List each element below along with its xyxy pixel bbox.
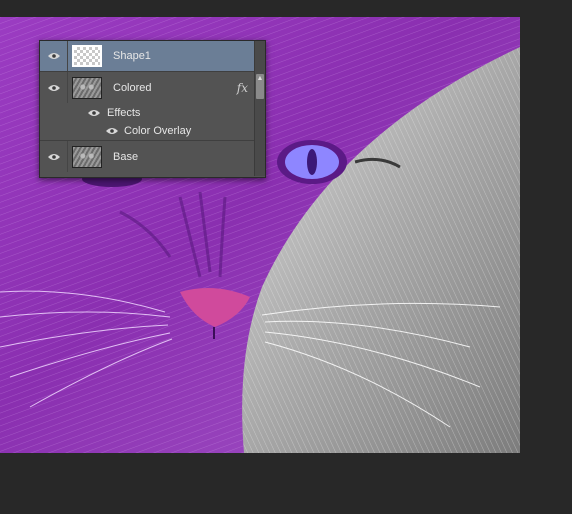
layers-panel: Shape1 Colored fx Effects Color Overlay bbox=[39, 40, 266, 178]
eye-icon[interactable] bbox=[88, 109, 100, 117]
layer-name: Base bbox=[113, 150, 139, 163]
eye-icon bbox=[47, 84, 60, 91]
layer-visibility-toggle[interactable] bbox=[40, 41, 68, 71]
fx-icon[interactable]: fx bbox=[237, 81, 248, 95]
layer-visibility-toggle[interactable] bbox=[40, 141, 68, 172]
layer-name: Colored bbox=[113, 81, 152, 94]
layer-row-colored[interactable]: Colored fx bbox=[40, 72, 254, 103]
layer-thumbnail bbox=[72, 76, 102, 99]
layers-scrollbar[interactable]: ▲ bbox=[254, 41, 265, 176]
layer-thumbnail bbox=[72, 45, 102, 67]
scroll-up-arrow-icon[interactable]: ▲ bbox=[256, 74, 264, 84]
eye-icon[interactable] bbox=[106, 127, 118, 135]
layer-row-shape1[interactable]: Shape1 bbox=[40, 41, 254, 72]
effect-item-label: Color Overlay bbox=[124, 125, 192, 137]
layer-thumbnail bbox=[72, 145, 102, 168]
eye-icon bbox=[47, 153, 60, 160]
effect-item-color-overlay[interactable]: Color Overlay bbox=[40, 122, 254, 141]
layer-row-base[interactable]: Base bbox=[40, 141, 254, 172]
eye-icon bbox=[47, 53, 60, 59]
effects-label: Effects bbox=[107, 106, 141, 119]
eye-pupil bbox=[307, 149, 317, 175]
layer-name: Shape1 bbox=[113, 50, 151, 62]
effects-row[interactable]: Effects bbox=[40, 103, 254, 122]
layer-visibility-toggle[interactable] bbox=[40, 72, 68, 103]
